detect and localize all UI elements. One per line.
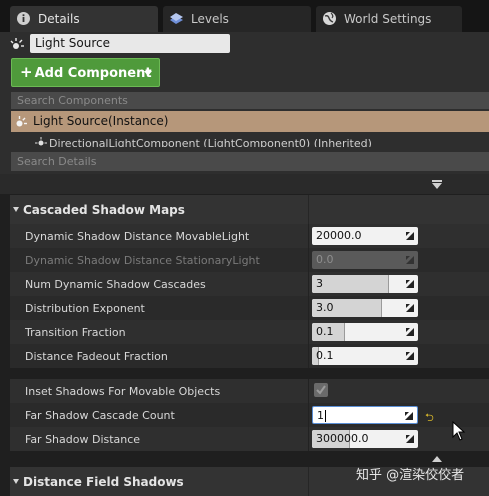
drag-spin-icon	[406, 232, 414, 240]
watermark-text: 知乎 @渲染佼佼者	[356, 468, 465, 483]
light-icon	[10, 38, 24, 49]
property-row: Far Shadow Cascade Count 1 ⮌	[10, 403, 489, 427]
property-row: Distribution Exponent 3.0	[10, 296, 489, 320]
category-title: Cascaded Shadow Maps	[23, 203, 185, 217]
category-title: Distance Field Shadows	[23, 475, 184, 489]
property-label: Num Dynamic Shadow Cascades	[25, 278, 206, 291]
details-filter-bar	[0, 174, 489, 194]
property-label: Inset Shadows For Movable Objects	[25, 385, 221, 398]
component-tree-root[interactable]: Light Source(Instance)	[11, 111, 489, 132]
plus-icon: +	[20, 63, 33, 81]
info-icon	[17, 12, 30, 25]
property-label: Far Shadow Distance	[25, 433, 141, 446]
inset-shadows-checkbox	[314, 383, 328, 397]
column-divider	[308, 403, 309, 427]
tab-bar: Details Levels World Settings	[0, 0, 489, 32]
far-shadow-cascade-count-input[interactable]: 1	[312, 406, 418, 424]
drag-spin-icon	[406, 352, 414, 360]
property-label: Distribution Exponent	[25, 302, 145, 315]
distribution-exponent-input[interactable]: 3.0	[312, 299, 418, 317]
mouse-cursor-icon	[452, 421, 466, 441]
search-details-input[interactable]: Search Details	[11, 152, 489, 171]
tab-world-settings[interactable]: World Settings	[316, 6, 462, 32]
component-root-label: Light Source(Instance)	[33, 114, 169, 128]
tab-details[interactable]: Details	[10, 6, 158, 32]
property-label: Distance Fadeout Fraction	[25, 350, 168, 363]
levels-icon	[170, 13, 183, 24]
property-row: Num Dynamic Shadow Cascades 3	[10, 272, 489, 296]
column-divider	[308, 224, 309, 248]
property-row: Inset Shadows For Movable Objects	[10, 379, 489, 403]
property-label: Dynamic Shadow Distance StationaryLight	[25, 254, 260, 267]
expand-triangle-icon	[13, 207, 19, 212]
property-value: 0.1	[316, 325, 334, 338]
property-label: Far Shadow Cascade Count	[25, 409, 175, 422]
column-divider	[308, 379, 309, 403]
tab-levels[interactable]: Levels	[163, 6, 311, 32]
chevron-down-icon	[144, 71, 152, 76]
property-value: 3.0	[316, 301, 334, 314]
reset-to-default-icon[interactable]: ⮌	[425, 409, 434, 428]
tab-levels-label: Levels	[191, 12, 229, 26]
column-divider	[308, 467, 309, 496]
slider-handle[interactable]	[388, 275, 390, 293]
property-value: 300000.0	[316, 432, 369, 445]
component-child-label: DirectionalLightComponent (LightComponen…	[49, 137, 372, 147]
property-value: 0.1	[316, 349, 334, 362]
column-divider	[308, 195, 309, 225]
light-icon	[16, 116, 27, 127]
search-components-input[interactable]: Search Components	[11, 92, 489, 109]
directional-light-icon	[35, 137, 47, 146]
globe-icon	[323, 12, 336, 25]
scroll-up-arrow-icon[interactable]	[432, 456, 442, 462]
property-value: 1	[317, 409, 324, 422]
property-row: Transition Fraction 0.1	[10, 320, 489, 344]
column-divider	[308, 296, 309, 320]
num-dynamic-shadow-cascades-input[interactable]: 3	[312, 275, 418, 293]
collapse-arrow-icon[interactable]	[432, 180, 442, 189]
add-component-label: Add Component	[34, 66, 152, 81]
drag-spin-icon	[406, 328, 414, 336]
text-caret	[325, 410, 326, 422]
column-divider	[308, 272, 309, 296]
actor-name-field[interactable]: Light Source	[30, 34, 230, 53]
property-row: Dynamic Shadow Distance StationaryLight …	[10, 248, 489, 272]
column-divider	[308, 320, 309, 344]
add-component-button[interactable]: + Add Component	[11, 58, 160, 87]
property-row: Distance Fadeout Fraction 0.1	[10, 344, 489, 368]
dynamic-shadow-distance-movable-input[interactable]: 20000.0	[312, 227, 418, 245]
tab-world-settings-label: World Settings	[344, 12, 432, 26]
distance-fadeout-fraction-input[interactable]: 0.1	[312, 347, 418, 365]
slider-handle[interactable]	[380, 299, 382, 317]
column-divider	[308, 248, 309, 272]
property-label: Transition Fraction	[25, 326, 126, 339]
column-divider	[308, 344, 309, 368]
drag-spin-icon	[406, 256, 414, 264]
drag-spin-icon	[406, 435, 414, 443]
property-value: 20000.0	[316, 229, 362, 242]
property-value: 0.0	[316, 253, 334, 266]
drag-spin-icon	[406, 304, 414, 312]
expand-triangle-icon	[13, 479, 19, 484]
dynamic-shadow-distance-stationary-input: 0.0	[312, 251, 418, 269]
property-row: Dynamic Shadow Distance MovableLight 200…	[10, 224, 489, 248]
drag-spin-icon	[406, 280, 414, 288]
drag-spin-icon	[405, 412, 413, 420]
slider-fill	[312, 275, 389, 293]
checkmark-icon	[316, 385, 326, 395]
transition-fraction-input[interactable]: 0.1	[312, 323, 418, 341]
property-label: Dynamic Shadow Distance MovableLight	[25, 230, 250, 243]
property-value: 3	[316, 277, 323, 290]
far-shadow-distance-input[interactable]: 300000.0	[312, 430, 418, 448]
property-row: Far Shadow Distance 300000.0	[10, 427, 489, 451]
component-tree-child[interactable]: DirectionalLightComponent (LightComponen…	[11, 134, 489, 147]
tab-details-label: Details	[38, 12, 80, 26]
category-cascaded-shadow-maps[interactable]: Cascaded Shadow Maps	[10, 195, 489, 225]
column-divider	[308, 427, 309, 451]
slider-handle[interactable]	[343, 323, 345, 341]
